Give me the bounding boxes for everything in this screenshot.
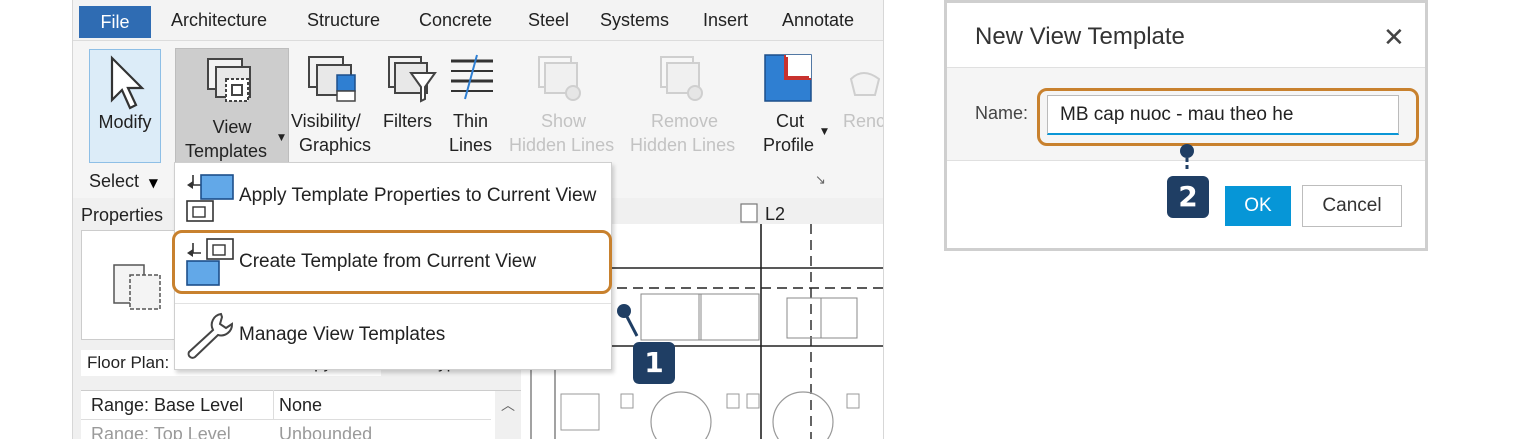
select-dropdown[interactable]: Select ▼ <box>89 169 158 193</box>
select-label: Select <box>89 171 140 191</box>
manage-templates-label: Manage View Templates <box>239 324 446 345</box>
close-icon[interactable]: ✕ <box>1383 23 1405 53</box>
apply-template-icon <box>186 174 234 222</box>
properties-header: Properties <box>81 205 164 225</box>
cancel-button[interactable]: Cancel <box>1302 185 1402 227</box>
tab-annotate[interactable]: Annotate <box>782 10 854 31</box>
show-hidden-label-2: Hidden Lines <box>509 135 615 155</box>
table-row[interactable]: Range: Base Level None <box>81 390 491 420</box>
render-label: Renc <box>843 111 884 131</box>
render-teapot-icon <box>849 72 881 96</box>
view-templates-label-1: View <box>212 117 252 137</box>
apply-template-label: Apply Template Properties to Current Vie… <box>239 185 597 206</box>
thin-lines-label-2[interactable]: Lines <box>449 133 492 157</box>
tab-systems[interactable]: Systems <box>600 10 669 31</box>
wrench-icon <box>187 312 234 359</box>
thin-lines-icon <box>451 54 493 100</box>
cut-profile-icon <box>764 54 812 102</box>
modify-button[interactable]: Modify <box>89 49 161 163</box>
tab-concrete[interactable]: Concrete <box>419 10 492 31</box>
property-label: Range: Top Level <box>91 424 231 439</box>
column-divider <box>273 390 274 420</box>
panel-launcher-icon[interactable]: ↘ <box>815 173 826 188</box>
visibility-graphics-icon <box>308 56 356 102</box>
revit-window: File Architecture Structure Concrete Ste… <box>72 0 884 439</box>
highlight-name-input <box>1037 88 1419 146</box>
dialog-title: New View Template <box>975 23 1185 50</box>
name-label: Name: <box>975 103 1029 123</box>
properties-table: Range: Base Level None Range: Top Level … <box>81 390 521 439</box>
tab-insert[interactable]: Insert <box>703 10 748 31</box>
chevron-down-icon: ▼ <box>148 176 158 190</box>
filter-icon <box>388 56 437 103</box>
menu-item-apply-template[interactable]: Apply Template Properties to Current Vie… <box>175 163 611 229</box>
ribbon-tab-bar: File Architecture Structure Concrete Ste… <box>73 0 883 40</box>
properties-scrollbar[interactable]: ︿ <box>495 391 521 439</box>
remove-hidden-label-2: Hidden Lines <box>630 135 736 155</box>
property-value[interactable]: None <box>279 395 322 416</box>
cut-profile-label-1[interactable]: Cut <box>776 109 804 133</box>
visibility-label-2[interactable]: Graphics <box>299 133 371 157</box>
view-templates-button[interactable]: View Templates ▼ <box>175 48 289 163</box>
highlight-create-template <box>172 230 612 294</box>
dropdown-arrow-icon: ▼ <box>821 127 828 137</box>
view-templates-label-2: Templates <box>184 141 268 161</box>
visibility-label-1[interactable]: Visibility/ <box>291 109 361 133</box>
table-row[interactable]: Range: Top Level Unbounded <box>81 420 491 439</box>
property-value[interactable]: Unbounded <box>279 424 372 439</box>
property-label: Range: Base Level <box>91 395 244 415</box>
show-hidden-label-1: Show <box>541 111 587 131</box>
filters-button[interactable]: Filters <box>383 109 432 133</box>
menu-item-manage-templates[interactable]: Manage View Templates <box>175 303 611 364</box>
dropdown-arrow-icon: ▼ <box>278 133 285 143</box>
view-templates-icon <box>207 58 251 102</box>
remove-hidden-label-1: Remove <box>651 111 719 131</box>
tab-structure[interactable]: Structure <box>307 10 380 31</box>
cut-profile-label-2[interactable]: Profile <box>763 133 814 157</box>
new-view-template-dialog: New View Template ✕ Name: MB cap nuoc - … <box>944 0 1428 251</box>
modify-label: Modify <box>98 112 152 132</box>
tab-steel[interactable]: Steel <box>528 10 569 31</box>
view-tab-label[interactable]: L2 <box>765 204 785 225</box>
ok-button[interactable]: OK <box>1225 186 1291 226</box>
tab-architecture[interactable]: Architecture <box>171 10 267 31</box>
remove-hidden-lines-icon <box>660 56 703 101</box>
cursor-arrow-icon <box>110 55 145 110</box>
chevron-up-icon[interactable]: ︿ <box>501 395 515 415</box>
callout-pointer <box>617 304 639 337</box>
file-tab[interactable]: File <box>79 6 151 38</box>
callout-badge-2: 2 <box>1167 176 1209 218</box>
callout-pointer <box>1180 144 1194 171</box>
floor-plan-icon <box>113 264 161 310</box>
callout-badge-1: 1 <box>633 342 675 384</box>
show-hidden-lines-icon <box>538 56 581 101</box>
thin-lines-label-1[interactable]: Thin <box>453 109 488 133</box>
